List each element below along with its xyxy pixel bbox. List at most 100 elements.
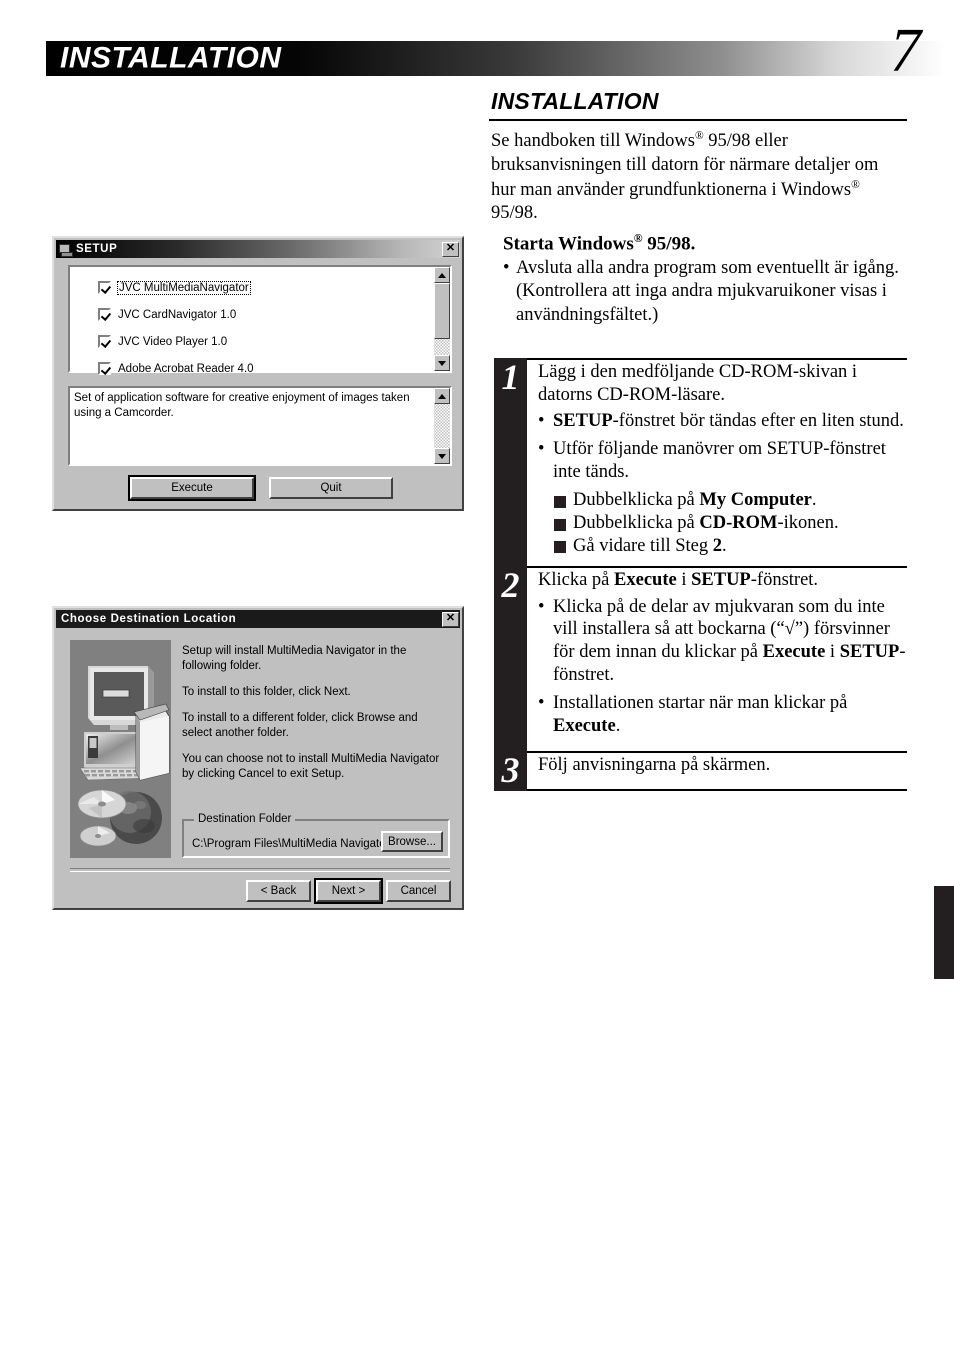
steps-list: 1 Lägg i den medföljande CD-ROM-skivan i … <box>489 358 907 791</box>
body-text: Installationen startar när man klickar p… <box>553 693 848 714</box>
body-text: -ikonen. <box>777 513 839 534</box>
checkbox-icon[interactable] <box>98 335 111 348</box>
step-number: 3 <box>501 750 520 791</box>
step-number: 2 <box>501 564 520 605</box>
step-bullet-text: Klicka på de delar av mjukvaran som du i… <box>553 596 907 688</box>
emphasis-text: 2 <box>712 536 722 556</box>
bullet-dot-icon: • <box>538 411 545 432</box>
list-item[interactable]: JVC MultiMediaNavigator <box>98 280 450 295</box>
destination-folder-group: Destination Folder C:\Program Files\Mult… <box>182 813 450 858</box>
square-bullet-icon <box>554 535 573 558</box>
page-header-title: INSTALLATION <box>60 40 282 74</box>
checkbox-icon[interactable] <box>98 362 111 375</box>
destination-folder-label: Destination Folder <box>194 813 296 825</box>
body-text: . <box>722 536 727 556</box>
list-item[interactable]: Adobe Acrobat Reader 4.0 <box>98 362 450 375</box>
list-scrollbar[interactable] <box>434 267 450 371</box>
step-square-text: Dubbelklicka på My Computer. <box>573 489 817 512</box>
list-item-label: JVC MultiMediaNavigator <box>117 280 251 295</box>
step-lead-text: Följ anvisningarna på skärmen. <box>538 755 771 776</box>
emphasis-text: CD-ROM <box>699 513 778 534</box>
setup-app-icon <box>58 243 73 257</box>
destination-paragraph: Setup will install MultiMedia Navigator … <box>182 645 407 672</box>
step-bullet-item: • Utför följande manövrer om SETUP-fönstr… <box>538 438 907 484</box>
scrollbar-thumb[interactable] <box>434 283 450 340</box>
next-button[interactable]: Next > <box>314 878 383 904</box>
scroll-up-arrow-icon[interactable] <box>434 267 450 283</box>
list-item-label: JVC CardNavigator 1.0 <box>118 308 237 321</box>
step-item: 3 Följ anvisningarna på skärmen. <box>489 751 907 789</box>
registered-mark-1: ® <box>694 130 704 142</box>
body-text: Dubbelklicka på <box>573 490 700 511</box>
execute-button[interactable]: Execute <box>128 475 256 501</box>
checkbox-icon[interactable] <box>98 308 111 321</box>
destination-paragraph: To install to a different folder, click … <box>182 711 418 739</box>
body-text: Dubbelklicka på <box>573 513 700 534</box>
intro-text-part3: bruksanvisningen till datorn för närmare… <box>491 154 879 200</box>
right-content-column: INSTALLATION Se handboken till Windows® … <box>489 88 907 327</box>
close-icon[interactable]: ✕ <box>442 611 459 627</box>
body-text: Gå vidare till Steg <box>573 536 713 556</box>
body-text: . <box>811 490 817 511</box>
intro-bullet-text: Avsluta alla andra program som eventuell… <box>516 258 899 325</box>
setup-component-list[interactable]: JVC MultiMediaNavigator JVC CardNavigato… <box>68 265 452 375</box>
step-square-item: Dubbelklicka på My Computer. <box>554 489 907 512</box>
body-text: . <box>615 716 621 737</box>
body-text: Klicka på <box>538 569 615 590</box>
list-item[interactable]: JVC CardNavigator 1.0 <box>98 308 450 321</box>
scroll-up-arrow-icon[interactable] <box>434 388 450 404</box>
scroll-down-arrow-icon[interactable] <box>434 355 450 371</box>
emphasis-text: Execute <box>614 569 677 590</box>
quit-button[interactable]: Quit <box>269 477 393 499</box>
subsection-heading-end: 95/98. <box>642 233 696 255</box>
step-body: Lägg i den medföljande CD-ROM-skivan i d… <box>527 358 907 566</box>
step-item: 1 Lägg i den medföljande CD-ROM-skivan i … <box>489 358 907 566</box>
edge-tab-marker <box>934 886 954 979</box>
list-item-label: JVC Video Player 1.0 <box>118 335 228 348</box>
close-icon[interactable]: ✕ <box>442 241 459 257</box>
bullet-dot-icon: • <box>538 693 545 714</box>
destination-dialog-titlebar: Choose Destination Location ✕ <box>56 610 460 628</box>
step-body: Följ anvisningarna på skärmen. <box>527 751 907 789</box>
intro-paragraph: Se handboken till Windows® 95/98 eller b… <box>491 129 907 226</box>
registered-mark-3: ® <box>633 232 643 245</box>
setup-dialog-title: SETUP <box>76 243 118 255</box>
destination-dialog-title: Choose Destination Location <box>61 613 237 625</box>
list-item[interactable]: JVC Video Player 1.0 <box>98 335 450 348</box>
step-square-item: Dubbelklicka på CD-ROM-ikonen. <box>554 512 907 535</box>
destination-paragraph: You can choose not to install MultiMedia… <box>182 752 440 780</box>
emphasis-text: SETUP <box>553 411 613 432</box>
emphasis-text: Execute <box>553 716 616 737</box>
body-text: -fönstret bör tändas efter en liten stun… <box>612 411 904 432</box>
dialog-separator <box>70 868 450 872</box>
setup-illustration <box>70 640 171 858</box>
back-button[interactable]: < Back <box>246 880 311 902</box>
subsection-heading-text: Starta Windows <box>503 233 634 255</box>
destination-dialog-text: Setup will install MultiMedia Navigator … <box>182 644 450 793</box>
step-bullet-item: • Installationen startar när man klickar … <box>538 692 907 738</box>
cancel-button[interactable]: Cancel <box>386 880 451 902</box>
emphasis-text: SETUP <box>691 569 751 590</box>
setup-description-box: Set of application software for creative… <box>68 386 452 466</box>
body-text: i <box>825 642 840 663</box>
scrollbar-track[interactable] <box>434 283 450 355</box>
step-bullet-text: Utför följande manövrer om SETUP-fönstre… <box>553 438 907 484</box>
steps-end-rule <box>527 788 907 791</box>
description-scrollbar[interactable] <box>434 388 450 464</box>
scrollbar-track[interactable] <box>434 404 450 448</box>
step-body: Klicka på Execute i SETUP-fönstret. • Klic… <box>527 565 907 752</box>
scroll-down-arrow-icon[interactable] <box>434 448 450 464</box>
step-square-text: Dubbelklicka på CD-ROM-ikonen. <box>573 512 839 535</box>
browse-button[interactable]: Browse... <box>381 831 443 852</box>
intro-text-part1: Se handboken till Windows <box>491 131 695 152</box>
section-title-rule <box>489 119 907 121</box>
step-bullet-text: Installationen startar när man klickar p… <box>553 692 907 738</box>
body-text: i <box>676 569 692 590</box>
bullet-dot-icon: • <box>538 596 545 617</box>
step-square-text: Gå vidare till Steg 2. <box>573 535 727 558</box>
intro-text-part2: 95/98 eller <box>703 131 788 152</box>
setup-dialog-titlebar: SETUP ✕ <box>56 240 460 258</box>
checkbox-icon[interactable] <box>98 281 111 294</box>
step-bullet-text: SETUP-fönstret bör tändas efter en liten… <box>553 410 907 433</box>
destination-paragraph: To install to this folder, click Next. <box>182 685 351 698</box>
